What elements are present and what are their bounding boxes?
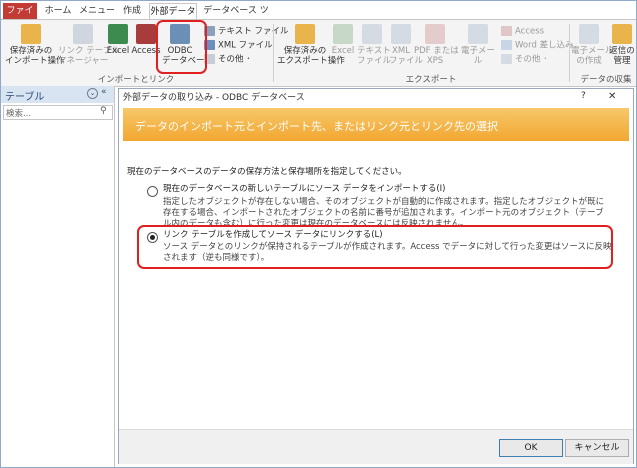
saved-exports-button[interactable]: 保存済みの エクスポート操作 [277,24,345,66]
manage-replies-button[interactable]: 返信の 管理 [608,24,636,66]
access-icon [136,24,156,44]
create-email-button[interactable]: 電子メール の作成 [571,24,614,66]
import-excel-button[interactable]: Excel [105,24,131,56]
help-button[interactable]: ? [581,91,586,101]
export-more-label: その他 ･ [515,54,548,65]
close-icon[interactable]: ✕ [608,91,616,102]
group-separator [273,24,274,82]
instruction-text: 現在のデータベースのデータの保存方法と保存場所を指定してください。 [127,167,407,177]
xml-export-icon [391,24,411,44]
banner-heading: データのインポート元とインポート先、またはリンク元とリンク先の選択 [135,120,498,133]
navigation-pane: テーブル ⌄ « 検索... ⚲ [1,86,115,467]
import-option-radio[interactable] [147,186,158,197]
word-merge-label: Word 差し込み [515,40,574,51]
tab-database-tools[interactable]: データベース ツール [200,3,272,32]
chevron-down-icon[interactable]: ⌄ [87,88,98,99]
export-access-label: Access [515,26,545,37]
export-text-button[interactable]: テキスト ファイル [357,24,392,66]
import-text-file-button[interactable]: テキスト ファイル [204,26,288,38]
external-data-dialog: 外部データの取り込み - ODBC データベース ? ✕ データのインポート元と… [118,88,634,464]
export-pdf-label: PDF または XPS [414,46,459,66]
search-placeholder: 検索... [6,109,32,119]
ribbon-tab-strip: ファイル ホーム メニュー 作成 外部データ データベース ツール [1,1,636,32]
saved-exports-label: 保存済みの エクスポート操作 [277,46,345,66]
export-more-button[interactable]: その他 ･ [501,54,547,66]
excel-export-icon [333,24,353,44]
import-option-label[interactable]: 現在のデータベースの新しいテーブルにソース データをインポートする(I) [163,184,446,195]
tab-external-data[interactable]: 外部データ [149,3,197,20]
tab-file[interactable]: ファイル [3,3,37,32]
import-xml-file-label: XML ファイル [218,40,273,51]
import-excel-label: Excel [106,46,130,56]
export-excel-label: Excel [331,46,355,56]
import-more-label: その他 ･ [218,54,251,65]
tab-home[interactable]: ホーム [42,3,74,19]
dialog-footer: OK キャンセル [119,429,633,464]
export-xml-label: XML ファイル [389,46,424,66]
manage-replies-icon [612,24,632,44]
email-label: 電子メール [460,46,495,66]
collapse-pane-icon[interactable]: « [101,87,107,97]
create-email-icon [579,24,599,44]
odbc-highlight [156,20,207,74]
link-option-highlight [137,225,613,269]
cancel-button[interactable]: キャンセル [565,439,629,457]
navigation-pane-header[interactable]: テーブル ⌄ « [1,86,114,103]
linked-table-manager-button[interactable]: リンク テーブル マネージャー [58,24,120,66]
collect-group-label: データの収集 [580,75,632,85]
dialog-banner: データのインポート元とインポート先、またはリンク元とリンク先の選択 [123,108,629,141]
pdf-export-icon [425,24,445,44]
create-email-label: 電子メール の作成 [571,46,614,66]
export-xml-button[interactable]: XML ファイル [389,24,424,66]
export-text-label: テキスト ファイル [357,46,392,66]
tab-create[interactable]: 作成 [119,3,145,19]
access-export-icon [501,26,512,36]
group-separator [569,24,570,82]
dialog-title-bar: 外部データの取り込み - ODBC データベース [119,89,633,107]
dialog-title: 外部データの取り込み - ODBC データベース [123,93,305,103]
link-manager-icon [73,24,93,44]
ok-button[interactable]: OK [499,439,563,457]
saved-imports-label: 保存済みの インポート操作 [5,46,65,66]
text-export-icon [362,24,382,44]
word-merge-button[interactable]: Word 差し込み [501,40,574,52]
word-icon [501,40,512,50]
email-icon [468,24,488,44]
email-button[interactable]: 電子メール [457,24,499,66]
saved-export-icon [295,24,315,44]
ribbon: 保存済みの インポート操作 リンク テーブル マネージャー Excel Acce… [1,19,636,87]
export-access-button[interactable]: Access [501,26,544,38]
import-xml-file-button[interactable]: XML ファイル [204,40,273,52]
export-group-label: エクスポート [405,75,457,85]
linked-table-manager-label: リンク テーブル マネージャー [58,46,120,66]
import-more-button[interactable]: その他 ･ [204,54,250,66]
export-pdf-button[interactable]: PDF または XPS [414,24,459,66]
manage-replies-label: 返信の 管理 [609,46,635,66]
more-export-icon [501,54,512,64]
export-excel-button[interactable]: Excel [331,24,355,56]
saved-import-icon [21,24,41,44]
search-input[interactable]: 検索... ⚲ [3,105,113,120]
search-icon[interactable]: ⚲ [100,106,107,116]
excel-icon [108,24,128,44]
import-group-label: インポートとリンク [97,75,175,85]
saved-imports-button[interactable]: 保存済みの インポート操作 [5,24,65,66]
tab-menu[interactable]: メニュー [79,3,115,19]
navigation-pane-title: テーブル [5,92,45,103]
